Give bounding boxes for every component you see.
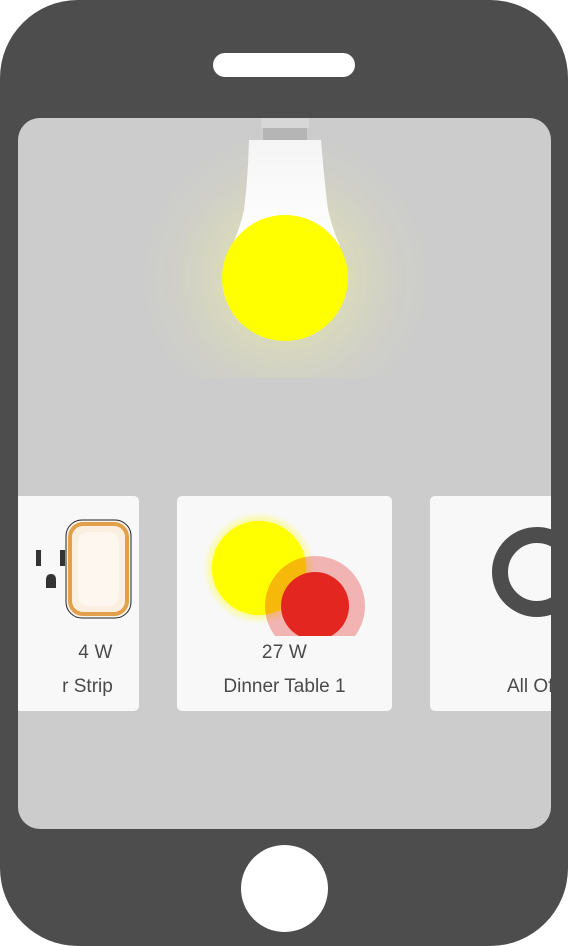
touch-indicator <box>265 556 365 636</box>
device-card-dinner-table[interactable]: 27 W Dinner Table 1 <box>177 496 392 711</box>
speaker-slot <box>213 53 355 77</box>
device-name: r Strip <box>62 676 113 697</box>
app-screen: 4 W r Strip 27 W Dinner Table 1 All Of <box>18 118 551 829</box>
device-name: All Of <box>507 676 551 697</box>
device-watts: 27 W <box>261 642 308 663</box>
device-watts: 4 W <box>78 642 113 663</box>
power-outlet-icon <box>36 519 132 619</box>
device-card-all-off[interactable]: All Of <box>430 496 551 711</box>
light-bulb-icon[interactable] <box>18 118 551 378</box>
home-button[interactable] <box>241 845 328 932</box>
device-name: Dinner Table 1 <box>223 676 346 697</box>
device-card-power-strip[interactable]: 4 W r Strip <box>18 496 139 711</box>
phone-frame: 4 W r Strip 27 W Dinner Table 1 All Of <box>0 0 568 946</box>
power-off-icon <box>492 527 551 617</box>
